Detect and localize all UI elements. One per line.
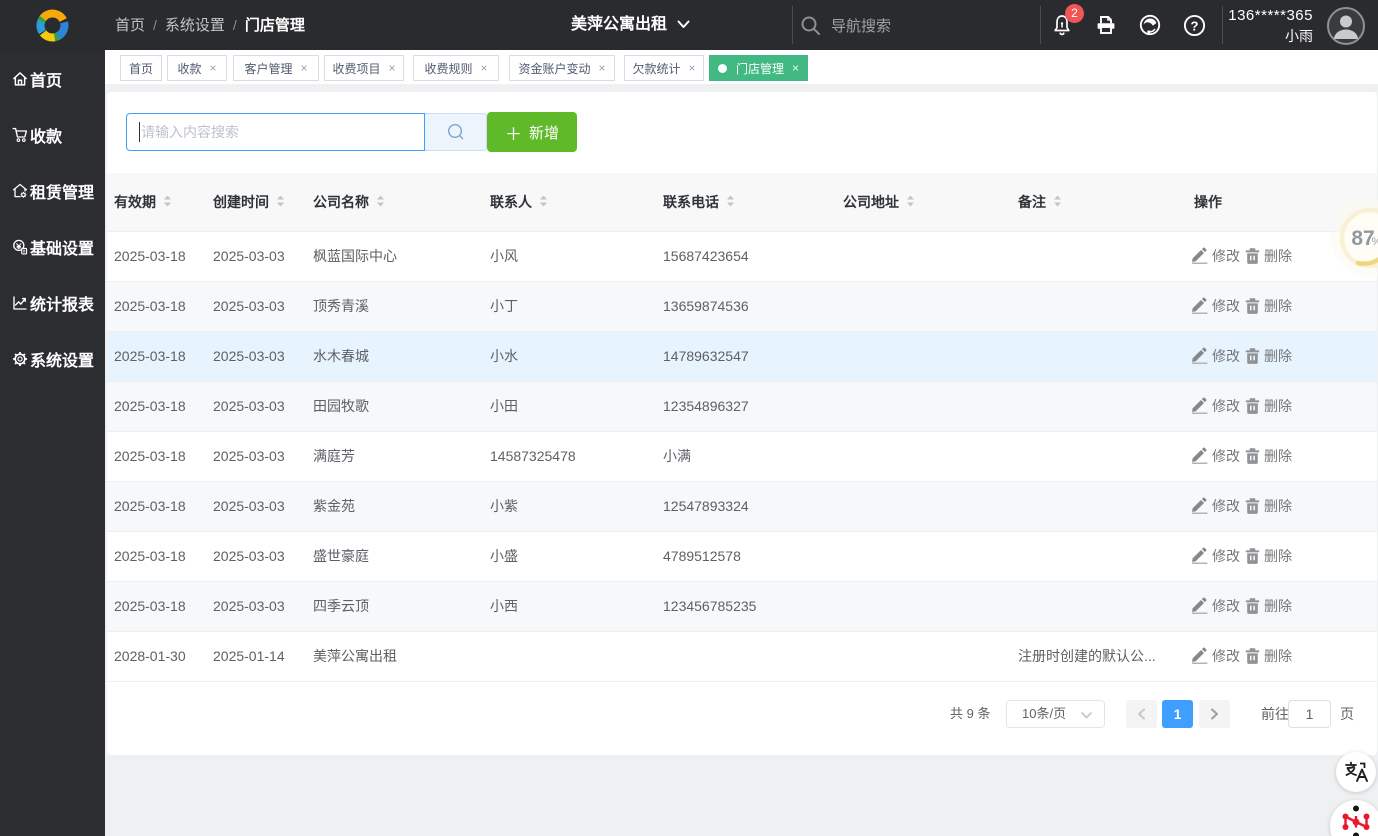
svg-text:?: ? [1191,18,1199,33]
